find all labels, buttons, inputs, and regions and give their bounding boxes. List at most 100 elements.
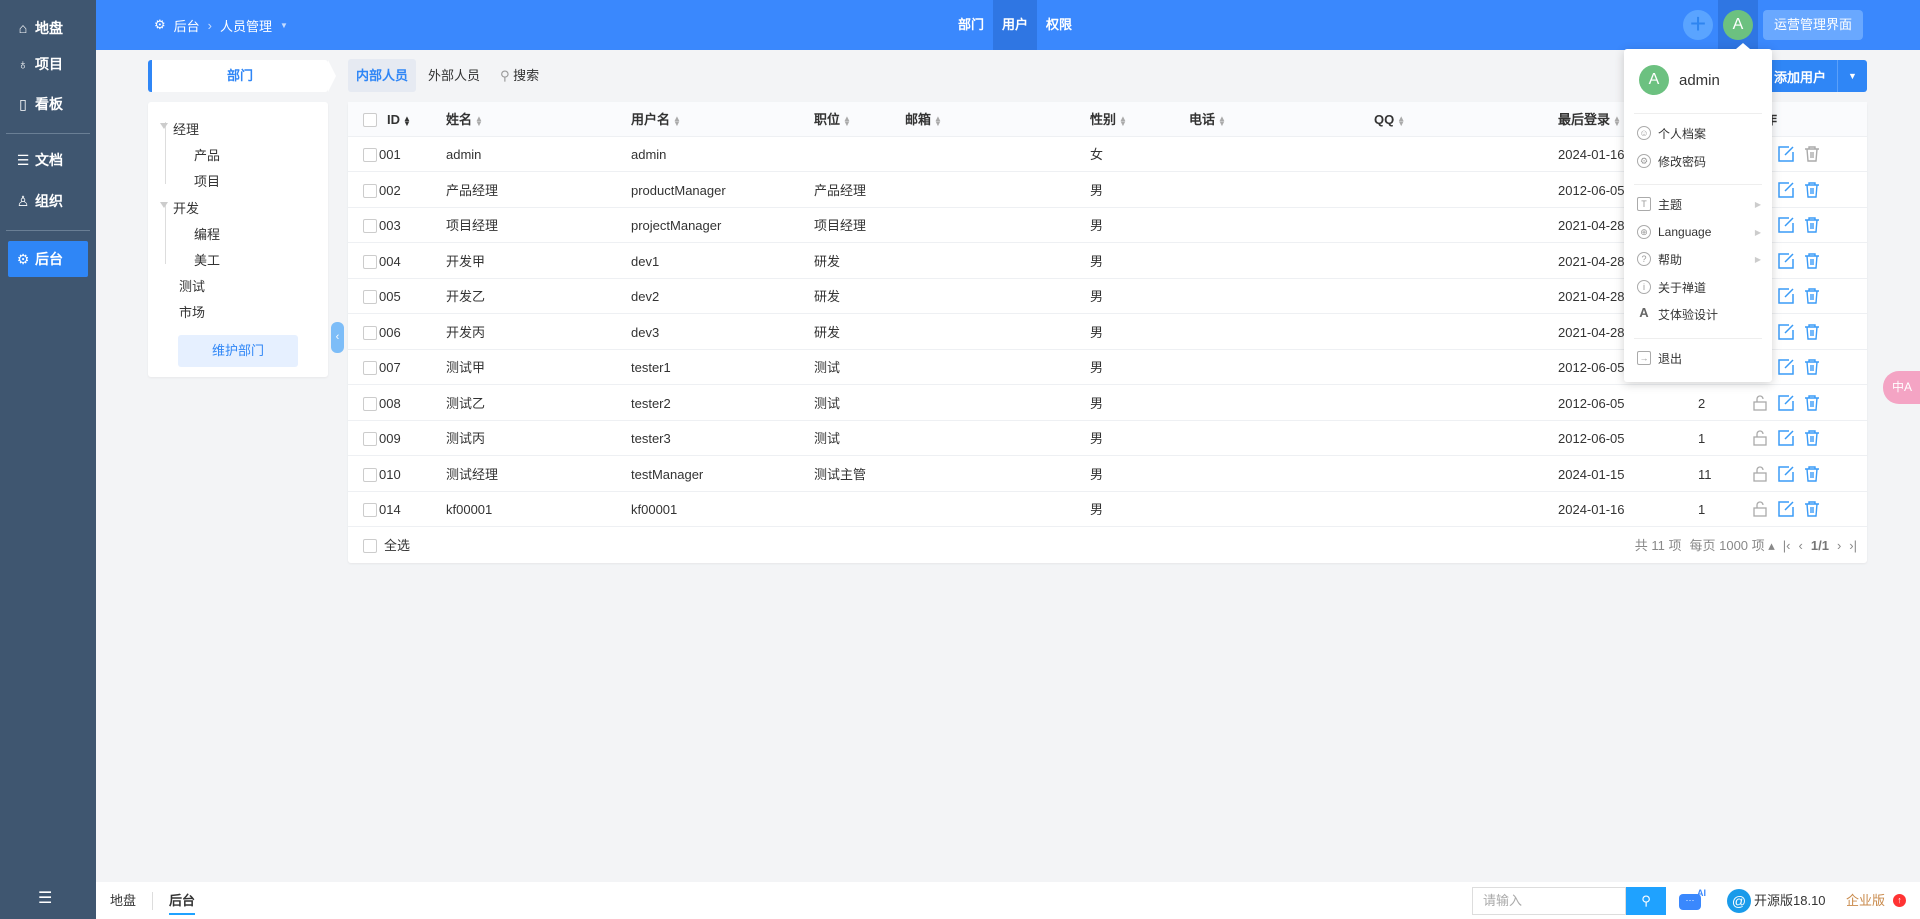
trash-icon[interactable] [1803, 429, 1821, 447]
trash-icon[interactable] [1803, 358, 1821, 376]
column-header[interactable]: 姓名 ▲ ▼ [446, 102, 483, 137]
row-checkbox[interactable] [363, 254, 377, 269]
next-page-icon[interactable]: › [1837, 529, 1841, 563]
column-header[interactable]: 职位 ▲ ▼ [814, 102, 851, 137]
tree-node[interactable]: 产品 [194, 145, 220, 164]
sort-icon[interactable]: ▲ ▼ [1119, 114, 1127, 127]
sidebar-item-admin[interactable]: ⚙ 后台 [8, 241, 88, 277]
collapse-menu-icon[interactable]: ☰ [38, 888, 52, 908]
trash-icon[interactable] [1803, 216, 1821, 234]
row-checkbox[interactable] [363, 325, 377, 340]
version-label[interactable]: 开源版18.10 [1754, 882, 1826, 919]
last-page-icon[interactable]: ›| [1849, 529, 1857, 563]
edit-icon[interactable] [1777, 216, 1795, 234]
sidebar-item-kanban[interactable]: ▯ 看板 [8, 86, 88, 122]
menu-ai-design[interactable]: A 艾体验设计 [1637, 302, 1761, 326]
search-input[interactable]: 请输入 [1472, 887, 1626, 915]
first-page-icon[interactable]: |‹ [1783, 529, 1791, 563]
bottom-tab-admin[interactable]: 后台 [169, 882, 196, 915]
translate-button[interactable]: 中A [1883, 371, 1920, 404]
row-checkbox[interactable] [363, 290, 377, 304]
sidebar-item-project[interactable]: ♁ 项目 [8, 46, 88, 82]
column-header[interactable]: 用户名 ▲ ▼ [631, 102, 681, 137]
select-all-checkbox[interactable] [363, 539, 377, 553]
column-header[interactable]: QQ ▲ ▼ [1374, 102, 1405, 137]
lock-icon[interactable] [1751, 394, 1769, 412]
tree-node[interactable]: 测试 [179, 276, 205, 295]
menu-about[interactable]: i 关于禅道 [1637, 275, 1761, 299]
trash-icon[interactable] [1803, 287, 1821, 305]
column-header[interactable]: 最后登录 ▲ ▼ [1558, 102, 1621, 137]
prev-page-icon[interactable]: ‹ [1799, 529, 1803, 563]
caret-down-icon[interactable] [160, 202, 168, 208]
create-plus-button[interactable]: + [1683, 10, 1713, 40]
edit-icon[interactable] [1777, 181, 1795, 199]
lock-icon[interactable] [1751, 465, 1769, 483]
select-all-checkbox[interactable] [363, 113, 377, 127]
row-checkbox[interactable] [363, 396, 377, 411]
edit-icon[interactable] [1777, 500, 1795, 518]
row-checkbox[interactable] [363, 503, 377, 517]
trash-icon[interactable] [1803, 394, 1821, 412]
breadcrumb-people[interactable]: 人员管理 [220, 16, 272, 35]
column-header[interactable]: 性别 ▲ ▼ [1090, 102, 1127, 137]
search-button[interactable]: ⚲ [1626, 887, 1666, 915]
tree-node[interactable]: 市场 [179, 302, 205, 321]
sidebar-item-org[interactable]: ♙ 组织 [8, 183, 88, 219]
edit-icon[interactable] [1777, 429, 1795, 447]
edit-icon[interactable] [1777, 394, 1795, 412]
tree-node[interactable]: 美工 [194, 250, 220, 269]
ai-chat-button[interactable]: ··· AI [1679, 888, 1706, 910]
breadcrumb-admin[interactable]: 后台 [174, 16, 200, 35]
enterprise-link[interactable]: 企业版 [1846, 882, 1885, 919]
sort-icon[interactable]: ▲ ▼ [843, 114, 851, 127]
tree-node-manager[interactable]: 经理 [160, 119, 199, 138]
sort-icon[interactable]: ▲ ▼ [934, 114, 942, 127]
column-header[interactable]: 电话 ▲ ▼ [1189, 102, 1226, 137]
row-checkbox[interactable] [363, 219, 377, 233]
sidebar-item-docs[interactable]: ☰ 文档 [8, 142, 88, 178]
row-checkbox[interactable] [363, 467, 377, 482]
ops-management-button[interactable]: 运营管理界面 [1763, 10, 1863, 40]
sort-icon[interactable]: ▲ ▼ [1218, 114, 1226, 127]
row-checkbox[interactable] [363, 148, 377, 162]
menu-profile[interactable]: ☺ 个人档案 [1637, 121, 1761, 145]
sidebar-item-dashboard[interactable]: ⌂ 地盘 [8, 10, 88, 46]
trash-icon[interactable] [1803, 181, 1821, 199]
trash-icon[interactable] [1803, 145, 1821, 163]
trash-icon[interactable] [1803, 500, 1821, 518]
trash-icon[interactable] [1803, 465, 1821, 483]
column-header[interactable]: ID ▲ ▼ [387, 102, 411, 137]
row-checkbox[interactable] [363, 361, 377, 375]
sort-icon[interactable]: ▲ ▼ [1397, 114, 1405, 127]
menu-language[interactable]: ⊕ Language ▶ [1637, 220, 1761, 244]
tree-node[interactable]: 项目 [194, 171, 220, 190]
row-checkbox[interactable] [363, 183, 377, 198]
trash-icon[interactable] [1803, 252, 1821, 270]
row-checkbox[interactable] [363, 432, 377, 446]
add-user-button[interactable]: 添加用户 ▼ [1763, 60, 1867, 92]
dept-tab[interactable]: 部门 [148, 60, 336, 92]
trash-icon[interactable] [1803, 323, 1821, 341]
sort-icon[interactable]: ▲ ▼ [673, 114, 681, 127]
maintain-dept-button[interactable]: 维护部门 [178, 335, 298, 367]
bottom-tab-dashboard[interactable]: 地盘 [110, 882, 136, 919]
edit-icon[interactable] [1777, 252, 1795, 270]
edit-icon[interactable] [1777, 287, 1795, 305]
per-page-select[interactable]: 每页 1000 项 ▴ [1690, 529, 1775, 563]
edit-icon[interactable] [1777, 358, 1795, 376]
tree-node-dev[interactable]: 开发 [160, 198, 199, 217]
menu-change-password[interactable]: ⚙ 修改密码 [1637, 149, 1761, 173]
tab-internal[interactable]: 内部人员 [348, 59, 417, 92]
collapse-panel-handle[interactable]: ‹ [331, 322, 344, 353]
menu-logout[interactable]: → 退出 [1637, 346, 1761, 370]
edit-icon[interactable] [1777, 145, 1795, 163]
caret-down-icon[interactable] [160, 123, 168, 129]
nav-user[interactable]: 用户 [993, 0, 1038, 50]
tab-external[interactable]: 外部人员 [420, 59, 488, 92]
menu-help[interactable]: ? 帮助 ▶ [1637, 247, 1761, 271]
edit-icon[interactable] [1777, 465, 1795, 483]
edit-icon[interactable] [1777, 323, 1795, 341]
nav-privilege[interactable]: 权限 [1037, 0, 1081, 50]
sort-icon[interactable]: ▲ ▼ [475, 114, 483, 127]
